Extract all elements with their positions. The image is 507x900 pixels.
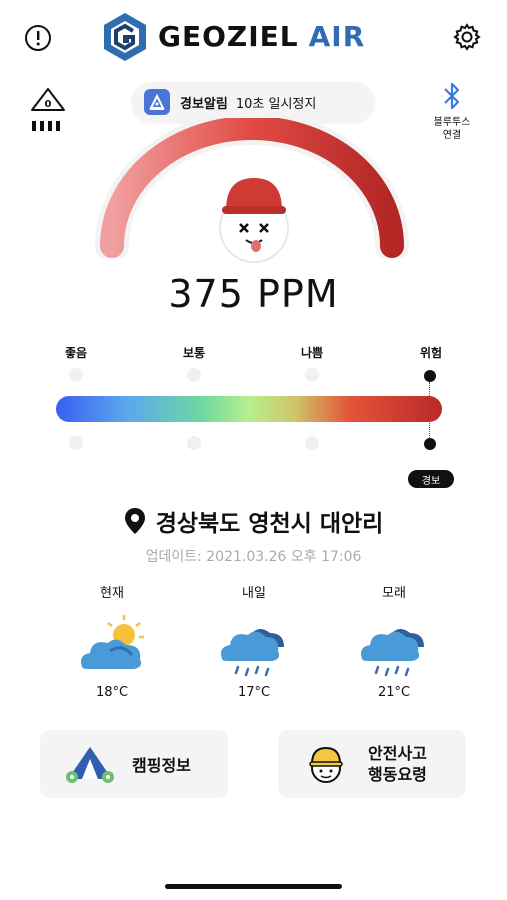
location-name: 경상북도 영천시 대안리: [155, 511, 384, 537]
weather-temp: 17°C: [237, 685, 271, 700]
tent-icon: [66, 747, 114, 783]
level-dot: [69, 436, 83, 450]
settings-button[interactable]: [450, 20, 484, 54]
rain-cloud-icon: [221, 629, 284, 677]
level-dot: [69, 368, 83, 382]
safety-helmet-face-icon: [309, 746, 343, 783]
weather-temp: 18°C: [95, 685, 129, 700]
level-dot-active: [424, 370, 436, 382]
air-quality-scale-bar: [56, 396, 442, 422]
weather-today: 현재 18°C: [62, 582, 162, 700]
app-logo: GEOZIEL AIR: [100, 12, 365, 61]
alarm-level-badge: 경보: [408, 470, 454, 488]
location-pin-icon: [124, 508, 145, 534]
alarm-icon: [144, 89, 170, 115]
sensor-badge-value: 0: [45, 99, 52, 110]
location-row: 경상북도 영천시 대안리: [0, 504, 507, 538]
weather-tomorrow: 내일 17°C: [204, 582, 304, 700]
level-label-good: 좋음: [64, 346, 88, 360]
battery-bars-icon: [32, 121, 60, 131]
weather-day-after: 모래 21°C: [344, 582, 444, 700]
warning-triangle-icon: 0: [31, 88, 65, 111]
level-label-normal: 보통: [182, 346, 206, 360]
safety-guide-button[interactable]: 안전사고 행동요령: [278, 730, 466, 798]
level-dot: [305, 368, 319, 382]
level-label-danger: 위험: [419, 346, 443, 360]
gear-icon: [453, 23, 481, 51]
camping-info-label: 캠핑정보: [132, 756, 191, 775]
home-indicator[interactable]: [165, 884, 342, 889]
app-title: GEOZIEL AIR: [158, 20, 365, 53]
safety-guide-label: 안전사고 행동요령: [368, 743, 427, 785]
level-dot-active: [424, 438, 436, 450]
bluetooth-button[interactable]: 블루투스 연결: [420, 80, 484, 142]
alert-pause-pill[interactable]: 경보알림 10초 일시정지: [132, 82, 374, 122]
level-dot: [187, 436, 201, 450]
info-button[interactable]: [22, 22, 54, 54]
logo-text-secondary: AIR: [308, 19, 366, 53]
sensor-status[interactable]: 0: [28, 86, 68, 137]
camping-info-button[interactable]: 캠핑정보: [40, 730, 228, 798]
bluetooth-icon: [444, 82, 460, 110]
level-dot: [305, 436, 319, 450]
bluetooth-label-line1: 블루투스: [433, 117, 471, 128]
geoziel-logo-icon: [104, 13, 146, 61]
alert-pause-label: 10초 일시정지: [235, 96, 317, 112]
ppm-reading: 375 PPM: [168, 272, 339, 316]
level-dot: [187, 368, 201, 382]
logo-text-primary: GEOZIEL: [158, 19, 299, 53]
weather-label: 내일: [242, 586, 266, 601]
level-label-bad: 나쁨: [300, 346, 324, 360]
status-face-icon: [219, 178, 289, 263]
weather-label: 현재: [100, 586, 124, 601]
sun-cloud-icon: [81, 615, 144, 669]
update-timestamp: 업데이트: 2021.03.26 오후 17:06: [145, 549, 362, 565]
level-marker-line: [429, 382, 430, 438]
weather-temp: 21°C: [377, 685, 411, 700]
safety-guide-label-line2: 행동요령: [368, 765, 427, 784]
info-circle-icon: [25, 25, 51, 51]
weather-label: 모래: [382, 586, 406, 601]
alert-title: 경보알림: [180, 96, 228, 112]
bluetooth-label-line2: 연결: [442, 130, 462, 141]
safety-guide-label-line1: 안전사고: [368, 744, 427, 763]
rain-cloud-icon: [361, 629, 424, 677]
